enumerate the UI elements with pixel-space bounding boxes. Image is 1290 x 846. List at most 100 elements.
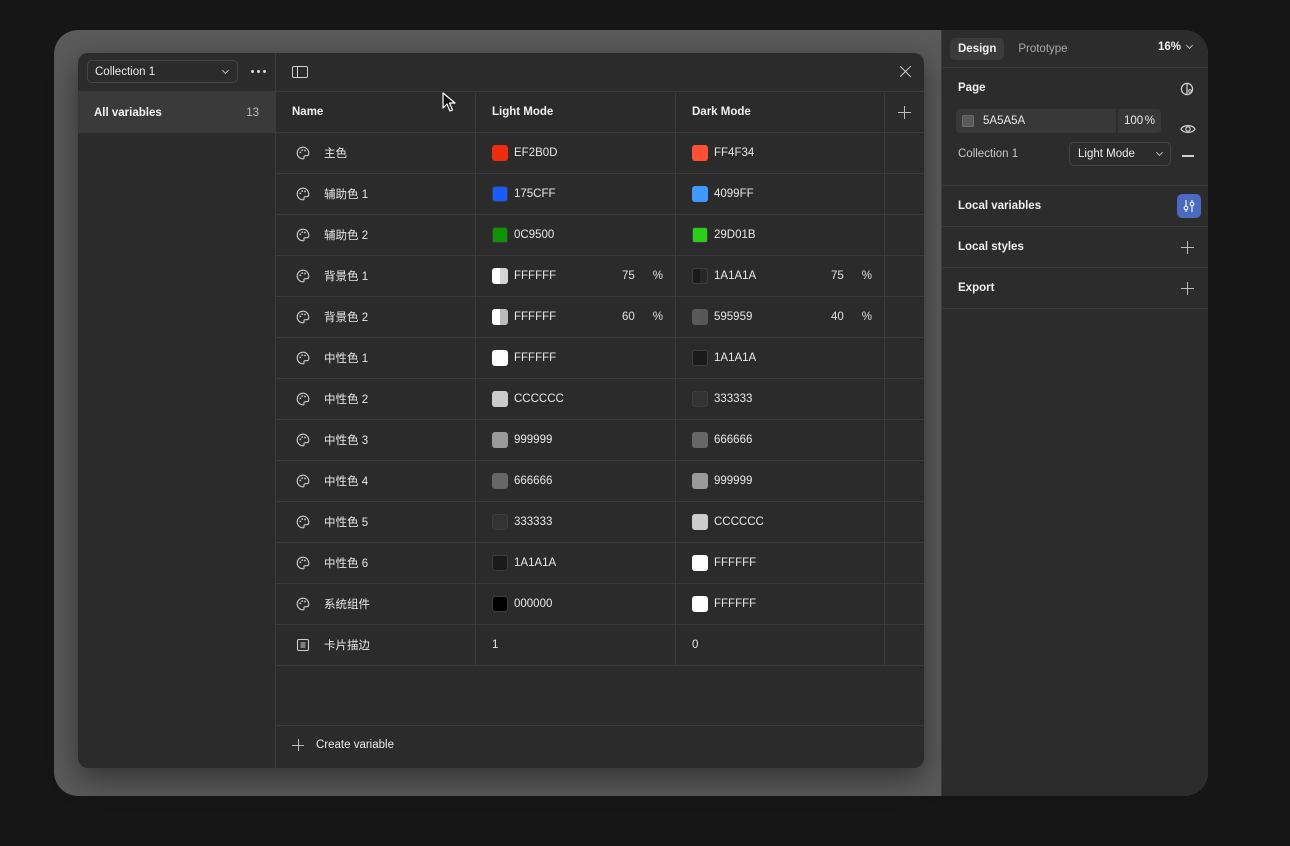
light-mode-value-cell[interactable]: 1 [476, 625, 676, 665]
variable-name-cell[interactable]: 辅助色 1 [276, 174, 476, 214]
collection-select-label: Collection 1 [95, 65, 156, 78]
tab-prototype[interactable]: Prototype [1010, 38, 1075, 60]
light-mode-value-cell[interactable]: 175CFF [476, 174, 676, 214]
dark-mode-value-cell[interactable]: FF4F34 [676, 133, 885, 173]
remove-icon[interactable] [1182, 155, 1194, 157]
dark-mode-value-cell[interactable]: 29D01B [676, 215, 885, 255]
table-row[interactable]: 中性色 4 666666 999999 [276, 461, 924, 502]
header-light-mode[interactable]: Light Mode [476, 92, 676, 132]
table-row[interactable]: 辅助色 2 0C9500 29D01B [276, 215, 924, 256]
color-swatch[interactable] [692, 391, 708, 407]
table-row[interactable]: 主色 EF2B0D FF4F34 [276, 133, 924, 174]
collection-select[interactable]: Collection 1 [87, 60, 238, 83]
tab-design[interactable]: Design [950, 37, 1005, 60]
color-swatch[interactable] [492, 227, 508, 243]
table-row[interactable]: 系统组件 000000 FFFFFF [276, 584, 924, 625]
table-row[interactable]: 中性色 2 CCCCCC 333333 [276, 379, 924, 420]
light-mode-value-cell[interactable]: FFFFFF 75% [476, 256, 676, 296]
dark-mode-value-cell[interactable]: FFFFFF [676, 543, 885, 583]
color-swatch[interactable] [692, 596, 708, 612]
create-variable-button[interactable]: Create variable [292, 739, 394, 751]
color-swatch[interactable] [692, 514, 708, 530]
add-mode-button[interactable] [885, 92, 924, 132]
variable-name-cell[interactable]: 背景色 1 [276, 256, 476, 296]
dark-mode-value-cell[interactable]: FFFFFF [676, 584, 885, 624]
color-swatch[interactable] [692, 350, 708, 366]
variable-name-cell[interactable]: 中性色 2 [276, 379, 476, 419]
light-mode-value-cell[interactable]: CCCCCC [476, 379, 676, 419]
color-swatch[interactable] [492, 514, 508, 530]
dark-mode-value-cell[interactable]: 4099FF [676, 174, 885, 214]
light-mode-value-cell[interactable]: EF2B0D [476, 133, 676, 173]
local-variables-button[interactable] [1177, 194, 1201, 218]
variable-name-cell[interactable]: 中性色 3 [276, 420, 476, 460]
eye-icon[interactable] [1180, 122, 1196, 136]
close-icon[interactable] [899, 65, 912, 78]
color-swatch[interactable] [492, 309, 508, 325]
variable-name-cell[interactable]: 卡片描边 [276, 625, 476, 665]
variable-name-cell[interactable]: 中性色 5 [276, 502, 476, 542]
variable-name-cell[interactable]: 系统组件 [276, 584, 476, 624]
light-mode-value-cell[interactable]: 1A1A1A [476, 543, 676, 583]
light-mode-value-cell[interactable]: 333333 [476, 502, 676, 542]
variable-name-cell[interactable]: 中性色 1 [276, 338, 476, 378]
dark-mode-value-cell[interactable]: 333333 [676, 379, 885, 419]
variable-name-cell[interactable]: 中性色 4 [276, 461, 476, 501]
color-swatch[interactable] [492, 145, 508, 161]
color-swatch[interactable] [492, 268, 508, 284]
light-mode-value-cell[interactable]: 999999 [476, 420, 676, 460]
variable-name-cell[interactable]: 中性色 6 [276, 543, 476, 583]
color-swatch[interactable] [492, 473, 508, 489]
all-variables-item[interactable]: All variables 13 [78, 92, 275, 133]
local-variables-title[interactable]: Local variables [958, 200, 1041, 212]
color-swatch[interactable] [492, 555, 508, 571]
variable-name-cell[interactable]: 辅助色 2 [276, 215, 476, 255]
color-swatch[interactable] [692, 432, 708, 448]
dark-mode-value-cell[interactable]: 1A1A1A 75% [676, 256, 885, 296]
color-swatch[interactable] [492, 350, 508, 366]
variable-name-cell[interactable]: 背景色 2 [276, 297, 476, 337]
light-mode-value-cell[interactable]: FFFFFF [476, 338, 676, 378]
more-options-icon[interactable] [251, 70, 266, 73]
table-row[interactable]: 中性色 6 1A1A1A FFFFFF [276, 543, 924, 584]
table-row[interactable]: 中性色 1 FFFFFF 1A1A1A [276, 338, 924, 379]
light-mode-value-cell[interactable]: FFFFFF 60% [476, 297, 676, 337]
dark-mode-value-cell[interactable]: 595959 40% [676, 297, 885, 337]
light-mode-value-cell[interactable]: 000000 [476, 584, 676, 624]
plus-icon[interactable] [1181, 282, 1194, 295]
color-swatch[interactable] [692, 555, 708, 571]
table-row[interactable]: 卡片描边 1 0 [276, 625, 924, 666]
fill-opacity-input[interactable]: 100 % [1117, 109, 1161, 133]
color-swatch[interactable] [492, 596, 508, 612]
table-row[interactable]: 辅助色 1 175CFF 4099FF [276, 174, 924, 215]
color-swatch[interactable] [492, 186, 508, 202]
color-swatch[interactable] [692, 145, 708, 161]
table-row[interactable]: 背景色 1 FFFFFF 75% 1A1A1A 75% [276, 256, 924, 297]
color-swatch[interactable] [692, 268, 708, 284]
light-mode-value-cell[interactable]: 0C9500 [476, 215, 676, 255]
color-swatch[interactable] [692, 309, 708, 325]
table-row[interactable]: 背景色 2 FFFFFF 60% 595959 40% [276, 297, 924, 338]
table-row[interactable]: 中性色 3 999999 666666 [276, 420, 924, 461]
color-swatch[interactable] [692, 473, 708, 489]
table-row[interactable]: 中性色 5 333333 CCCCCC [276, 502, 924, 543]
dark-mode-value-cell[interactable]: 999999 [676, 461, 885, 501]
plus-icon[interactable] [1181, 241, 1194, 254]
dark-mode-value-cell[interactable]: 1A1A1A [676, 338, 885, 378]
color-swatch[interactable] [692, 186, 708, 202]
light-mode-value-cell[interactable]: 666666 [476, 461, 676, 501]
color-swatch[interactable] [492, 432, 508, 448]
dark-mode-value-cell[interactable]: 0 [676, 625, 885, 665]
header-dark-mode[interactable]: Dark Mode [676, 92, 885, 132]
fill-hex-input[interactable]: 5A5A5A [956, 109, 1116, 133]
dark-mode-value-cell[interactable]: CCCCCC [676, 502, 885, 542]
dark-mode-value-cell[interactable]: 666666 [676, 420, 885, 460]
zoom-select[interactable]: 16% [1158, 41, 1194, 53]
color-swatch[interactable] [492, 391, 508, 407]
toggle-sidebar-icon[interactable] [292, 66, 308, 78]
color-swatch[interactable] [692, 227, 708, 243]
variable-name-cell[interactable]: 主色 [276, 133, 476, 173]
fill-swatch[interactable] [962, 115, 974, 127]
mode-select[interactable]: Light Mode [1069, 142, 1171, 166]
styles-icon[interactable] [1180, 82, 1194, 96]
